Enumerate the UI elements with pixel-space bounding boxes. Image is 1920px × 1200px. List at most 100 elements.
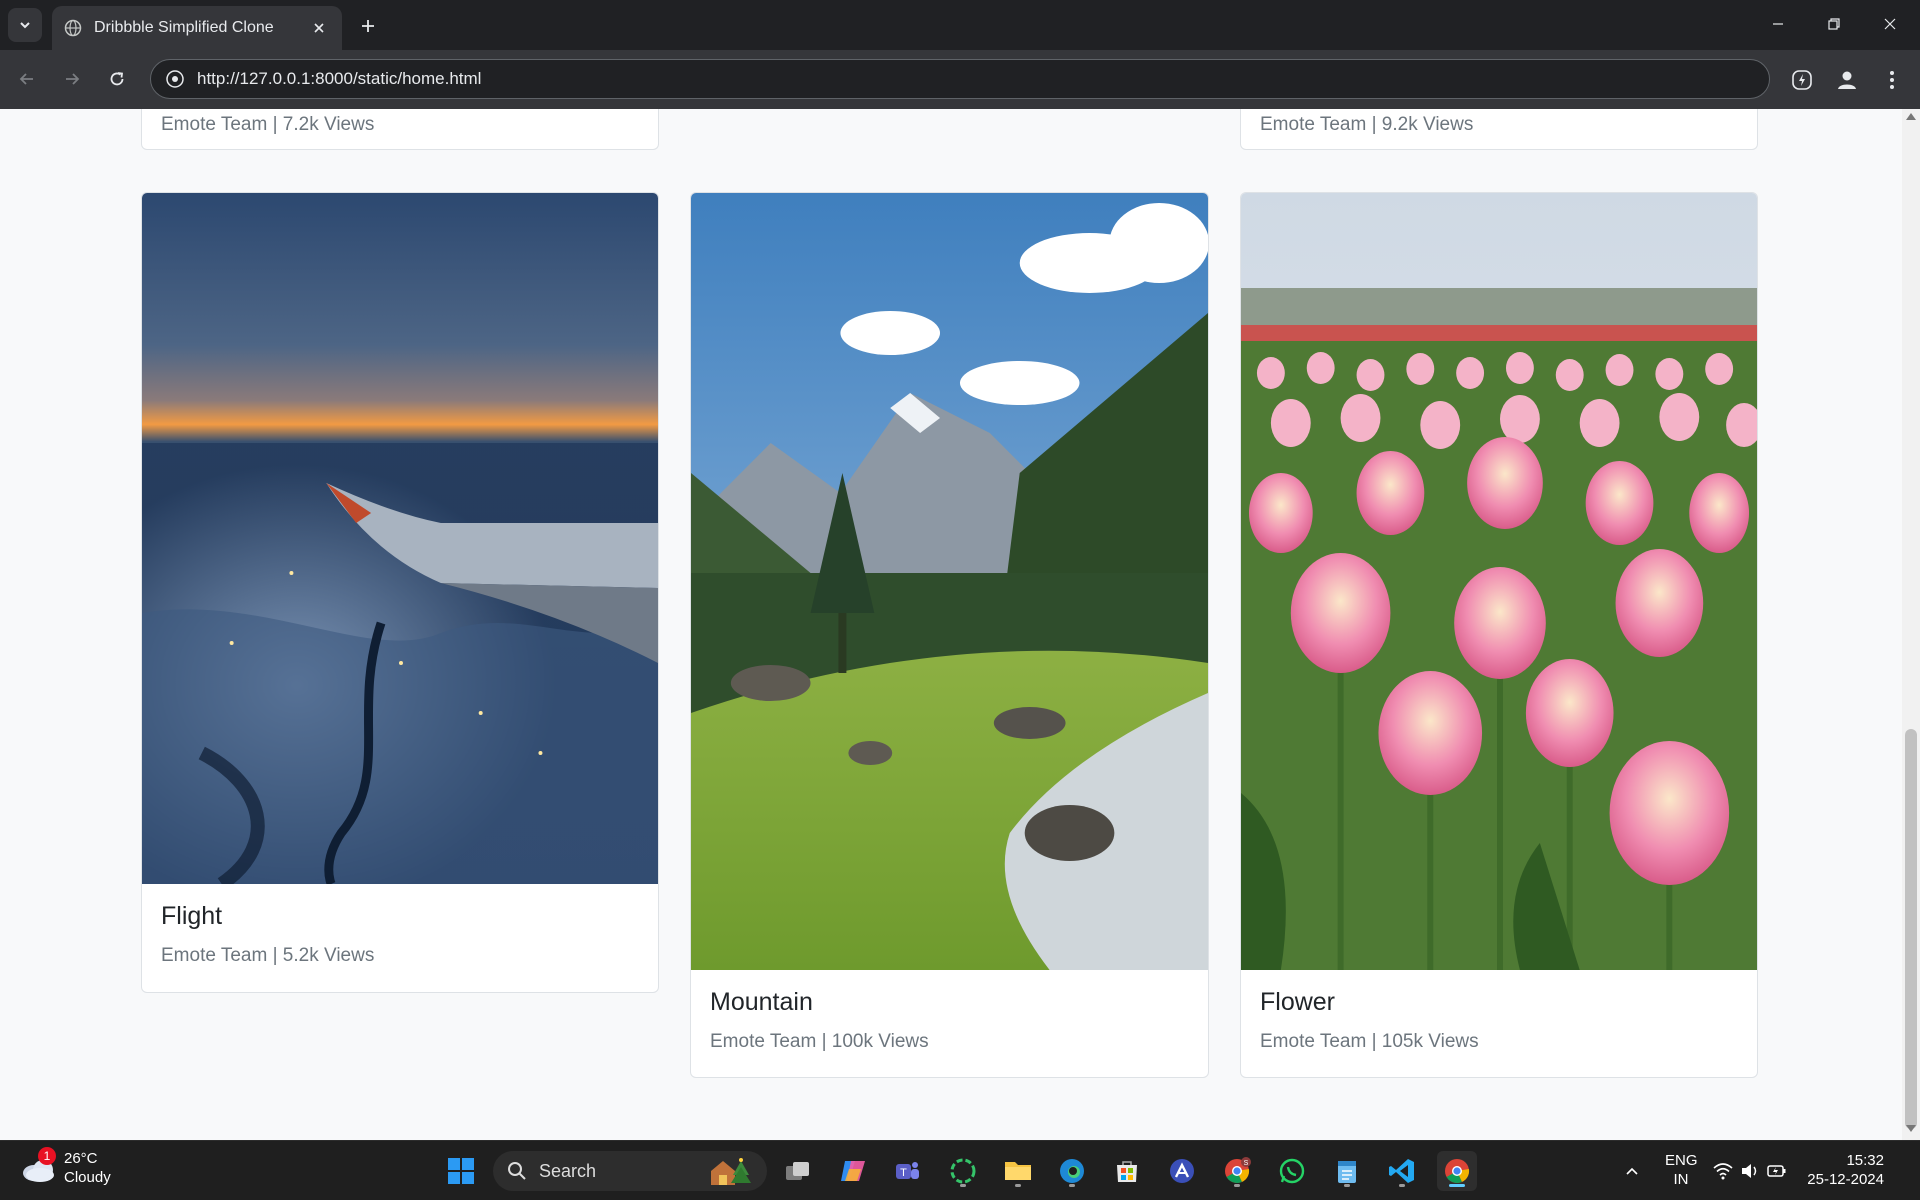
shot-card-top-left[interactable]: Emote Team | 7.2k Views (141, 109, 659, 150)
running-indicator (1399, 1184, 1405, 1187)
restore-icon (1828, 18, 1840, 30)
back-button[interactable] (12, 64, 42, 94)
app-ring-button[interactable] (943, 1151, 983, 1191)
taskbar-search[interactable]: Search (493, 1151, 767, 1191)
folder-icon (1005, 1162, 1031, 1180)
reload-button[interactable] (102, 64, 132, 94)
profile-icon (1838, 71, 1856, 89)
teams-icon: T (896, 1162, 919, 1179)
close-window-button[interactable] (1862, 0, 1918, 48)
file-explorer-button[interactable] (998, 1151, 1038, 1191)
edge-browser-icon (1060, 1159, 1084, 1183)
vscode-button[interactable] (1382, 1151, 1422, 1191)
wifi-icon (1713, 1163, 1733, 1180)
card-meta: Emote Team | 105k Views (1260, 1031, 1479, 1052)
system-clock[interactable]: 15:32 25-12-2024 (1807, 1151, 1884, 1189)
url-text: http://127.0.0.1:8000/static/home.html (197, 69, 482, 88)
task-view-icon (786, 1162, 809, 1180)
shot-card-flower[interactable]: Flower Emote Team | 105k Views (1240, 192, 1758, 1078)
card-meta: Emote Team | 100k Views (710, 1031, 929, 1052)
tab-search-button[interactable] (8, 8, 42, 42)
minimize-icon (1773, 23, 1783, 25)
shot-image-flower[interactable] (1241, 193, 1757, 970)
show-hidden-icons-button[interactable] (1612, 1151, 1652, 1191)
profile-button[interactable] (1831, 64, 1863, 96)
forward-button[interactable] (57, 64, 87, 94)
running-indicator (960, 1184, 966, 1187)
whatsapp-icon (1279, 1158, 1305, 1184)
tab-title: Dribbble Simplified Clone (94, 19, 274, 36)
triangle-app-icon (1170, 1159, 1194, 1183)
card-meta: Emote Team | 7.2k Views (161, 114, 375, 135)
card-title[interactable]: Flower (1260, 988, 1738, 1017)
chevron-down-icon (20, 22, 30, 29)
browser-tab-active[interactable]: Dribbble Simplified Clone (52, 6, 342, 50)
minimize-button[interactable] (1750, 0, 1806, 48)
browser-menu-button[interactable] (1876, 64, 1908, 96)
notepad-button[interactable] (1327, 1151, 1367, 1191)
shot-card-flight[interactable]: Flight Emote Team | 5.2k Views (141, 192, 659, 993)
reload-icon (110, 72, 124, 86)
svg-text:T: T (900, 1167, 907, 1179)
card-title[interactable]: Mountain (710, 988, 1189, 1017)
start-button[interactable] (441, 1151, 481, 1191)
close-tab-button[interactable] (308, 17, 330, 39)
close-icon (314, 23, 324, 33)
scroll-thumb[interactable] (1905, 729, 1917, 1129)
windows-taskbar: 1 26°C Cloudy Search T S ENG IN 15:32 25… (0, 1140, 1920, 1200)
page-scrollbar[interactable] (1902, 109, 1920, 1140)
store-icon (1117, 1161, 1137, 1182)
windows-logo-icon (448, 1158, 474, 1184)
shot-image-flight[interactable] (142, 193, 658, 884)
scroll-down-arrow-icon[interactable] (1906, 1125, 1916, 1132)
copilot-button[interactable] (833, 1151, 873, 1191)
scroll-up-arrow-icon[interactable] (1906, 113, 1916, 120)
search-icon (508, 1162, 526, 1180)
vscode-icon (1389, 1159, 1414, 1183)
running-indicator (1344, 1184, 1350, 1187)
notepad-icon (1338, 1161, 1356, 1183)
chevron-up-icon (1626, 1167, 1638, 1175)
weather-condition: Cloudy (64, 1169, 111, 1186)
system-tray-status[interactable] (1710, 1151, 1790, 1191)
browser-toolbar: http://127.0.0.1:8000/static/home.html (0, 50, 1920, 109)
plus-icon (362, 20, 374, 32)
close-icon (1884, 18, 1896, 30)
running-indicator (1015, 1184, 1021, 1187)
extensions-button[interactable] (1786, 64, 1818, 96)
language-indicator[interactable]: ENG IN (1665, 1151, 1698, 1189)
restore-button[interactable] (1806, 0, 1862, 48)
triangle-app-button[interactable] (1162, 1151, 1202, 1191)
browser-tab-bar: Dribbble Simplified Clone (0, 0, 1920, 50)
chrome-active-button[interactable] (1437, 1151, 1477, 1191)
teams-button[interactable]: T (887, 1151, 927, 1191)
lang-region: IN (1673, 1171, 1689, 1188)
shot-image-mountain[interactable] (691, 193, 1208, 970)
holiday-house-icon (711, 1158, 751, 1185)
shot-card-mountain[interactable]: Mountain Emote Team | 100k Views (690, 192, 1209, 1078)
store-button[interactable] (1107, 1151, 1147, 1191)
card-meta: Emote Team | 9.2k Views (1260, 114, 1474, 135)
task-view-button[interactable] (778, 1151, 818, 1191)
arrow-right-icon (66, 73, 80, 85)
notification-badge: 1 (38, 1147, 56, 1165)
weather-widget[interactable]: 1 26°C Cloudy (20, 1147, 111, 1187)
chrome-icon: S (1225, 1157, 1251, 1183)
chrome-icon (1445, 1159, 1470, 1183)
address-bar[interactable]: http://127.0.0.1:8000/static/home.html (150, 59, 1770, 99)
svg-text:S: S (1244, 1160, 1249, 1167)
edge-button[interactable] (1052, 1151, 1092, 1191)
shot-card-top-right[interactable]: Emote Team | 9.2k Views (1240, 109, 1758, 150)
card-title[interactable]: Flight (161, 902, 639, 931)
chrome-profile-button[interactable]: S (1217, 1151, 1257, 1191)
globe-icon (64, 19, 82, 37)
site-info-icon[interactable] (165, 69, 185, 89)
active-indicator (1449, 1184, 1465, 1187)
whatsapp-button[interactable] (1272, 1151, 1312, 1191)
arrow-left-icon (19, 73, 33, 85)
weather-temp: 26°C (64, 1150, 98, 1167)
new-tab-button[interactable] (354, 12, 382, 40)
copilot-icon (841, 1161, 865, 1181)
running-indicator (1234, 1184, 1240, 1187)
battery-charging-icon (1766, 1165, 1786, 1177)
